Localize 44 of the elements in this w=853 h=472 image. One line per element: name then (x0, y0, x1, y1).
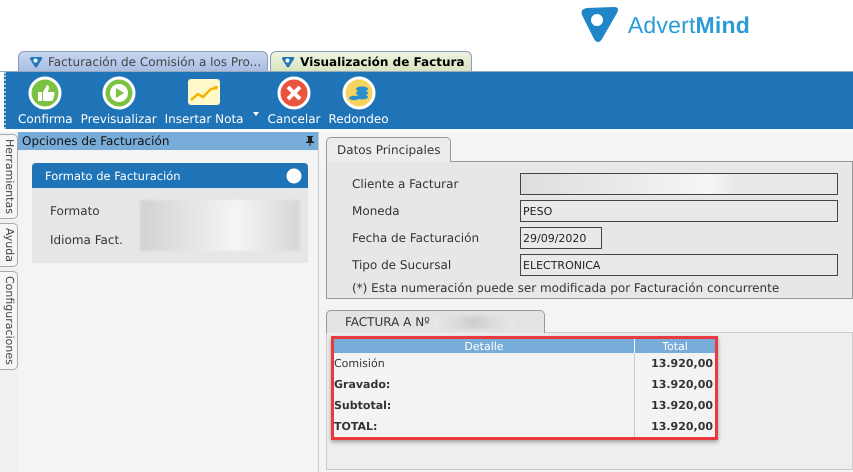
toolbar-button[interactable]: Cancelar (266, 74, 322, 128)
coins-icon (342, 76, 376, 110)
collapse-icon[interactable] (286, 168, 302, 184)
table-cell: Subtotal: (332, 395, 634, 416)
table-cell: TOTAL: (332, 416, 634, 439)
pin-icon[interactable] (306, 136, 314, 146)
column-header: Detalle (332, 338, 634, 354)
caret-icon[interactable] (252, 112, 259, 116)
invoice-tab[interactable]: FACTURA A Nº (326, 310, 545, 334)
text-field[interactable]: PESO (520, 200, 838, 222)
play-icon (102, 76, 136, 110)
toolbar-button[interactable]: Insertar Nota (162, 74, 262, 128)
form-tab[interactable]: Datos Principales (326, 137, 452, 162)
document-tab[interactable]: Facturación de Comisión a los Pro... (18, 51, 268, 71)
field-label: Cliente a Facturar (352, 177, 460, 191)
logo-text: AdvertMind (628, 12, 750, 38)
table-cell: Comisión (332, 353, 634, 374)
field-label: Moneda (352, 204, 401, 218)
field-label: Idioma Fact. (50, 232, 124, 247)
table-cell: Gravado: (332, 374, 634, 396)
side-tab[interactable]: Configuraciones (0, 270, 18, 370)
side-tab[interactable]: Ayuda (0, 222, 18, 267)
thumbs-up-icon (28, 76, 62, 110)
table-cell: 13.920,00 (634, 353, 716, 374)
field-label: Tipo de Sucursal (352, 258, 452, 272)
field-label: Fecha de Facturación (352, 231, 480, 245)
table-cell: 13.920,00 (634, 374, 716, 396)
section-title: Formato de Facturación (45, 168, 181, 182)
side-tab[interactable]: Herramientas (0, 134, 18, 219)
toolbar-button[interactable]: Confirma (16, 74, 75, 128)
close-icon (277, 76, 312, 110)
app-icon (29, 56, 43, 68)
toolbar-button[interactable]: Redondeo (326, 74, 391, 128)
panel-title: Opciones de Facturación (22, 134, 170, 148)
table-cell: 13.920,00 (634, 395, 716, 416)
text-field[interactable]: ELECTRONICA (520, 254, 838, 276)
document-tab[interactable]: Visualización de Factura (270, 51, 472, 71)
column-header: Total (634, 338, 716, 354)
app-icon (281, 56, 296, 68)
date-field[interactable]: 29/09/2020 (520, 227, 602, 249)
note-text: (*) Esta numeración puede ser modificada por Facturación concurrente (352, 281, 780, 295)
toolbar-button[interactable]: Previsualizar (78, 74, 159, 128)
table-cell: 13.920,00 (634, 416, 716, 439)
field-label: Formato (50, 204, 101, 218)
